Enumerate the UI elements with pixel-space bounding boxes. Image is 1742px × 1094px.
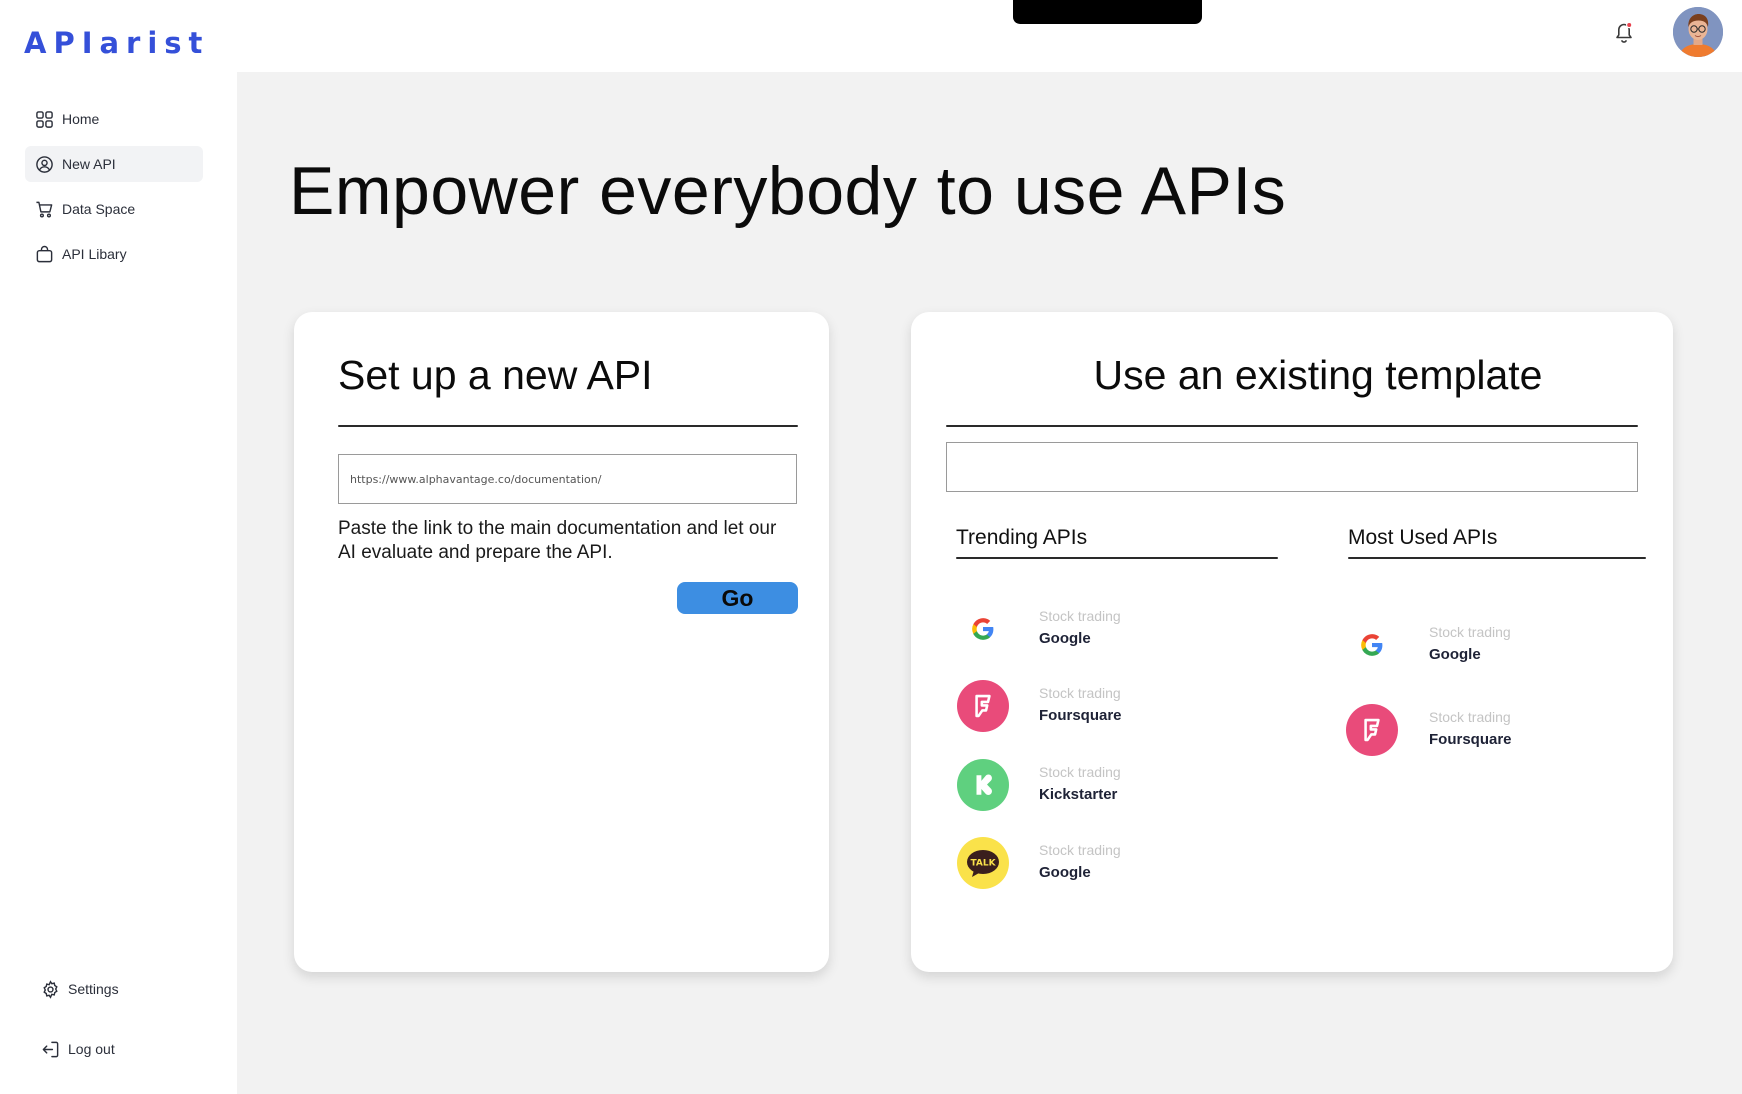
- go-button[interactable]: Go: [677, 582, 798, 614]
- api-category: Stock trading: [1039, 685, 1121, 701]
- sidebar-item-new-api[interactable]: New API: [25, 146, 203, 182]
- api-category: Stock trading: [1429, 709, 1511, 725]
- sidebar: APIarist Home New API Data Space API Lib…: [0, 0, 237, 1094]
- bag-icon: [34, 244, 54, 264]
- divider: [338, 425, 798, 427]
- kakaotalk-icon: TALK: [957, 837, 1009, 889]
- list-item[interactable]: Stock trading Google: [957, 603, 1257, 659]
- main-content: Empower everybody to use APIs Set up a n…: [237, 72, 1742, 1094]
- kickstarter-icon: [957, 759, 1009, 811]
- list-item[interactable]: Stock trading Foursquare: [1346, 704, 1646, 760]
- sidebar-item-api-library[interactable]: API Libary: [25, 236, 203, 272]
- list-item[interactable]: TALK Stock trading Google: [957, 837, 1257, 893]
- api-category: Stock trading: [1429, 624, 1511, 640]
- api-category: Stock trading: [1039, 608, 1121, 624]
- documentation-url-input[interactable]: [338, 454, 797, 504]
- bell-icon[interactable]: [1610, 18, 1638, 46]
- list-item[interactable]: Stock trading Kickstarter: [957, 759, 1257, 815]
- api-name: Kickstarter: [1039, 786, 1118, 803]
- avatar[interactable]: [1673, 7, 1723, 57]
- sidebar-item-label: Data Space: [62, 201, 136, 217]
- cart-icon: [34, 199, 54, 219]
- api-category: Stock trading: [1039, 842, 1121, 858]
- divider: [956, 557, 1278, 559]
- foursquare-icon: [957, 680, 1009, 732]
- top-bar: [237, 0, 1742, 72]
- list-item[interactable]: Stock trading Google: [1346, 619, 1646, 675]
- user-circle-icon: [34, 154, 54, 174]
- page-title: Empower everybody to use APIs: [289, 153, 1287, 229]
- google-icon: [1346, 619, 1398, 671]
- sidebar-item-label: Home: [62, 111, 100, 127]
- divider: [946, 425, 1638, 427]
- logout-label: Log out: [68, 1041, 115, 1057]
- camera-notch: [1013, 0, 1202, 24]
- settings-label: Settings: [68, 981, 119, 997]
- app-logo[interactable]: APIarist: [24, 26, 209, 60]
- gear-icon: [40, 979, 60, 999]
- list-item[interactable]: Stock trading Foursquare: [957, 680, 1257, 736]
- template-card-title: Use an existing template: [1093, 352, 1543, 398]
- logout-icon: [40, 1039, 60, 1059]
- setup-card-title: Set up a new API: [338, 352, 653, 398]
- helper-text: Paste the link to the main documentation…: [338, 518, 777, 563]
- api-name: Foursquare: [1039, 707, 1122, 724]
- google-icon: [957, 603, 1009, 655]
- divider: [1348, 557, 1646, 559]
- template-search-input[interactable]: [946, 442, 1638, 492]
- most-used-apis-title: Most Used APIs: [1348, 526, 1498, 549]
- grid-icon: [34, 109, 54, 129]
- sidebar-item-logout[interactable]: Log out: [31, 1031, 209, 1067]
- sidebar-item-settings[interactable]: Settings: [31, 971, 209, 1007]
- api-name: Google: [1429, 646, 1481, 663]
- setup-api-card: Set up a new API Paste the link to the m…: [294, 312, 829, 972]
- sidebar-item-home[interactable]: Home: [25, 101, 203, 137]
- api-category: Stock trading: [1039, 764, 1121, 780]
- api-name: Foursquare: [1429, 731, 1512, 748]
- foursquare-icon: [1346, 704, 1398, 756]
- sidebar-item-data-space[interactable]: Data Space: [25, 191, 203, 227]
- api-name: Google: [1039, 630, 1091, 647]
- sidebar-item-label: API Libary: [62, 246, 127, 262]
- sidebar-item-label: New API: [62, 156, 116, 172]
- svg-text:TALK: TALK: [970, 859, 996, 869]
- trending-apis-title: Trending APIs: [956, 526, 1088, 549]
- template-card: Use an existing template Trending APIs S…: [911, 312, 1673, 972]
- api-name: Google: [1039, 864, 1091, 881]
